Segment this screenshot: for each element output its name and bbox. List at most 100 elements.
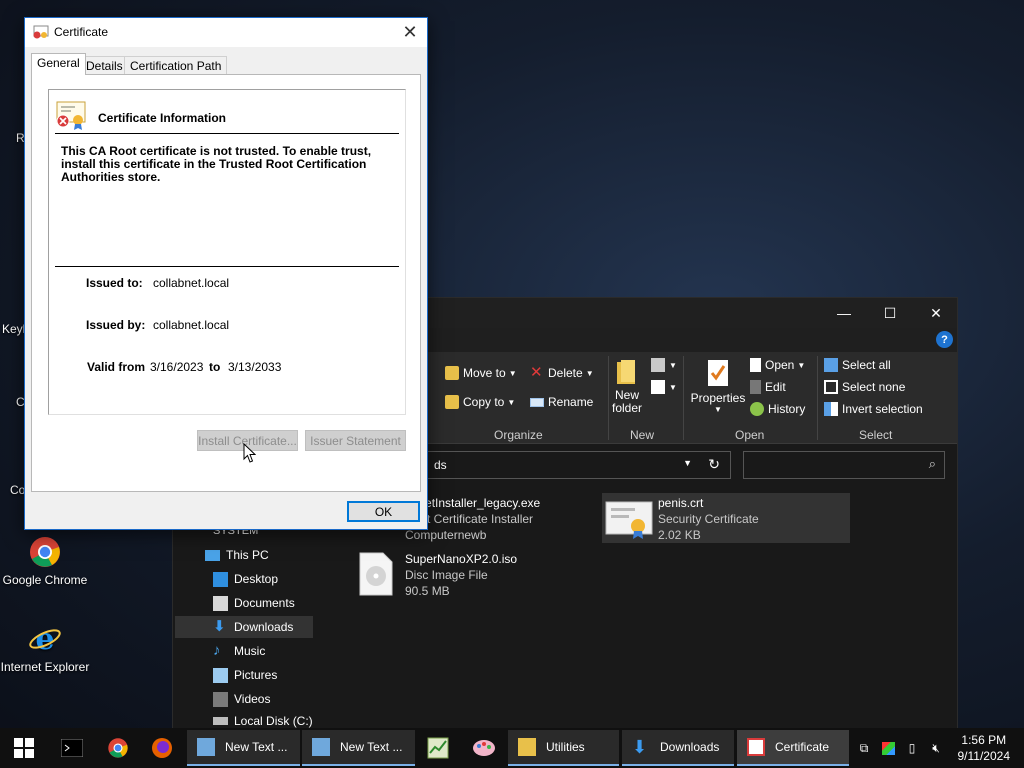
desktop-icon-google-chrome[interactable]: Google Chrome [0, 535, 90, 587]
clock-date: 9/11/2024 [957, 749, 1011, 763]
nav-item-desktop[interactable]: Desktop [213, 568, 353, 590]
rename-button[interactable]: Rename [530, 395, 593, 409]
tab-details[interactable]: Details [80, 56, 129, 75]
taskbar-task-manager[interactable] [424, 734, 452, 762]
valid-from-label: Valid from [87, 360, 146, 374]
start-button[interactable] [10, 734, 38, 762]
refresh-icon[interactable]: ↻ [708, 456, 720, 473]
computer-icon [205, 549, 220, 561]
invert-selection-icon [824, 402, 838, 416]
search-input[interactable]: ⌕ [743, 451, 945, 479]
desktop-folder-icon [213, 571, 228, 587]
taskbar-terminal[interactable] [58, 734, 86, 762]
chevron-down-icon: ▼ [714, 405, 722, 414]
chevron-down-icon: ▼ [669, 360, 677, 370]
desktop-icon-label: Google Chrome [2, 573, 88, 587]
certificate-file-icon [605, 501, 653, 539]
nav-item-pictures[interactable]: Pictures [213, 664, 353, 686]
folder-icon [518, 738, 536, 756]
properties-button[interactable]: Properties ▼ [690, 358, 746, 414]
delete-button[interactable]: ✕ Delete ▼ [530, 364, 594, 381]
clock-time: 1:56 PM [961, 733, 1007, 747]
file-item[interactable]: SuperNanoXP2.0.iso Disc Image File 90.5 … [405, 551, 517, 599]
move-to-button[interactable]: Move to ▼ [445, 366, 517, 380]
new-folder-icon [617, 360, 635, 384]
new-folder-button[interactable]: New folder [610, 358, 644, 415]
close-button[interactable]: ✕ [393, 18, 427, 47]
history-button[interactable]: History [750, 402, 805, 416]
close-button[interactable]: ✕ [913, 298, 959, 328]
file-name: penis.crt [658, 496, 704, 510]
certificate-icon [747, 738, 765, 756]
ribbon-group-open: Open [735, 428, 765, 442]
rename-icon [530, 397, 544, 407]
help-button[interactable]: ? [936, 331, 953, 348]
tray-volume-muted-icon[interactable]: 🔇︎ [926, 738, 946, 758]
invert-selection-button[interactable]: Invert selection [824, 402, 923, 416]
easy-access-button[interactable]: ▼ [651, 380, 677, 394]
ok-button[interactable]: OK [347, 501, 420, 522]
taskbar-button-downloads[interactable]: ⬇ Downloads [622, 730, 734, 766]
tab-certification-path[interactable]: Certification Path [124, 56, 228, 75]
chevron-down-icon: ▼ [585, 368, 594, 378]
tray-color-app-icon[interactable] [880, 738, 896, 758]
maximize-button[interactable]: ☐ [867, 298, 913, 328]
windows-logo-icon [14, 738, 34, 758]
file-item[interactable]: penis.crt Security Certificate 2.02 KB [658, 495, 759, 543]
issuer-statement-button[interactable]: Issuer Statement [305, 430, 406, 451]
nav-item-music[interactable]: ♪ Music [213, 640, 353, 662]
taskbar-paint[interactable] [470, 734, 498, 762]
disc-image-file-icon [359, 552, 393, 596]
certificate-titlebar[interactable]: Certificate ✕ [25, 18, 427, 47]
taskbar-button-notepad[interactable]: New Text ... [302, 730, 415, 766]
chevron-down-icon[interactable]: ▼ [683, 458, 692, 468]
desktop-icon-label-clipped: Keyl [2, 322, 26, 336]
issued-by-label: Issued by: [86, 318, 146, 332]
task-manager-icon [427, 737, 449, 759]
tray-network-icon[interactable]: ⧉ [856, 738, 872, 758]
chevron-down-icon: ▼ [797, 360, 806, 370]
issued-to-value: collabnet.local [153, 276, 230, 290]
nav-item-downloads[interactable]: ⬇ Downloads [175, 616, 313, 638]
new-item-button[interactable]: ▼ [651, 358, 677, 372]
notepad-icon [197, 738, 215, 756]
delete-x-icon: ✕ [530, 364, 543, 381]
nav-item-videos[interactable]: Videos [213, 688, 353, 710]
minimize-button[interactable]: — [821, 298, 867, 328]
ribbon-separator [683, 356, 684, 440]
open-icon [750, 358, 761, 372]
taskbar-button-utilities[interactable]: Utilities [508, 730, 619, 766]
select-none-button[interactable]: Select none [824, 380, 905, 394]
certificate-dialog: Certificate ✕ General Details Certificat… [24, 17, 428, 530]
certificate-error-icon [56, 101, 86, 130]
ribbon-separator [817, 356, 818, 440]
tab-general[interactable]: General [31, 53, 86, 75]
ribbon-group-organize: Organize [494, 428, 543, 442]
tray-usb-icon[interactable]: ▯ [904, 738, 920, 758]
taskbar-button-certificate[interactable]: Certificate [737, 730, 849, 766]
select-all-button[interactable]: Select all [824, 358, 891, 372]
select-all-icon [824, 358, 838, 372]
issued-to-label: Issued to: [86, 276, 143, 290]
taskbar-firefox[interactable] [148, 734, 176, 762]
taskbar-button-notepad[interactable]: New Text ... [187, 730, 300, 766]
taskbar-chrome[interactable] [104, 734, 132, 762]
search-icon: ⌕ [928, 456, 936, 471]
address-text: ds [434, 458, 447, 472]
nav-item-this-pc[interactable]: This PC [205, 544, 345, 566]
color-grid-icon [881, 741, 895, 755]
divider [55, 133, 399, 134]
address-bar[interactable]: ds ▼ ↻ [427, 451, 731, 479]
file-type: Disc Image File [405, 568, 488, 582]
trust-warning-text: This CA Root certificate is not trusted.… [61, 144, 372, 184]
edit-button[interactable]: Edit [750, 380, 786, 394]
general-tab-panel: Certificate Information This CA Root cer… [31, 74, 421, 492]
open-button[interactable]: Open ▼ [750, 358, 805, 372]
taskbar-clock[interactable]: 1:56 PM 9/11/2024 [958, 732, 1011, 764]
desktop-icon-internet-explorer[interactable]: e Internet Explorer [0, 622, 90, 674]
chrome-icon [30, 537, 60, 567]
videos-icon [213, 691, 228, 707]
copy-to-button[interactable]: Copy to ▼ [445, 395, 515, 409]
folder-copy-icon [445, 395, 459, 409]
nav-item-documents[interactable]: Documents [213, 592, 353, 614]
